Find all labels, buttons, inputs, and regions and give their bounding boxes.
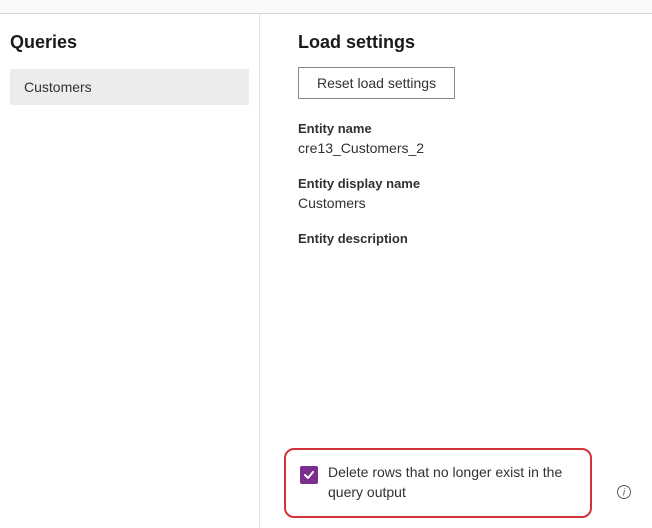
- delete-rows-checkbox[interactable]: [300, 466, 318, 484]
- queries-pane: Queries Customers: [0, 14, 260, 528]
- svg-text:i: i: [623, 488, 626, 499]
- reset-load-settings-button[interactable]: Reset load settings: [298, 67, 455, 99]
- entity-name-value: cre13_Customers_2: [298, 140, 632, 156]
- entity-description-label: Entity description: [298, 231, 632, 246]
- top-divider: [0, 0, 652, 14]
- queries-title: Queries: [10, 32, 249, 53]
- load-settings-title: Load settings: [298, 32, 632, 53]
- entity-display-name-value: Customers: [298, 195, 632, 211]
- load-settings-pane: Load settings Reset load settings Entity…: [260, 14, 652, 528]
- entity-display-name-label: Entity display name: [298, 176, 632, 191]
- info-icon[interactable]: i: [616, 484, 632, 500]
- entity-name-label: Entity name: [298, 121, 632, 136]
- delete-rows-label[interactable]: Delete rows that no longer exist in the …: [328, 462, 576, 502]
- delete-rows-highlight: Delete rows that no longer exist in the …: [284, 448, 592, 518]
- query-item-customers[interactable]: Customers: [10, 69, 249, 105]
- main-content: Queries Customers Load settings Reset lo…: [0, 14, 652, 528]
- check-icon: [303, 469, 315, 481]
